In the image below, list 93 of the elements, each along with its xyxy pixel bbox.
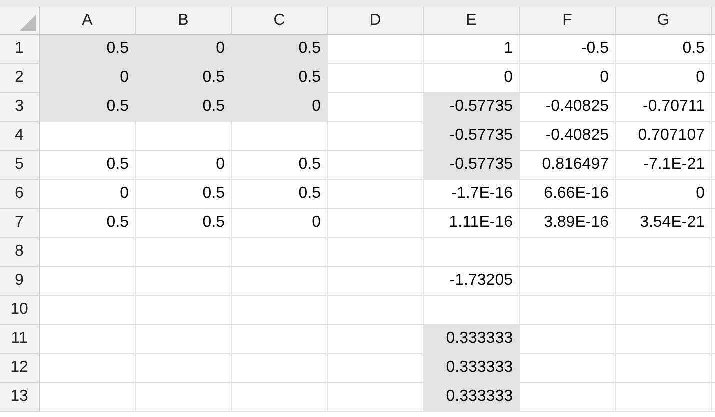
empty-cell[interactable] xyxy=(232,296,328,325)
empty-cell[interactable] xyxy=(136,296,232,325)
row-header[interactable]: 8 xyxy=(0,238,40,267)
table-cell[interactable]: -1.73205 xyxy=(424,267,520,296)
row-header[interactable]: 9 xyxy=(0,267,40,296)
empty-cell[interactable] xyxy=(136,383,232,412)
empty-cell[interactable] xyxy=(616,325,712,354)
empty-cell[interactable] xyxy=(232,383,328,412)
empty-cell[interactable] xyxy=(328,209,424,238)
empty-cell[interactable] xyxy=(424,238,520,267)
table-cell[interactable]: 0.5 xyxy=(136,180,232,209)
table-cell[interactable]: -0.40825 xyxy=(520,93,616,122)
row-header[interactable]: 6 xyxy=(0,180,40,209)
table-cell[interactable]: 0 xyxy=(520,64,616,93)
empty-cell[interactable] xyxy=(136,122,232,151)
empty-cell[interactable] xyxy=(328,238,424,267)
column-header[interactable]: F xyxy=(520,7,616,35)
table-cell[interactable]: 0.333333 xyxy=(424,354,520,383)
row-header[interactable]: 1 xyxy=(0,35,40,64)
table-cell[interactable]: 0.5 xyxy=(232,180,328,209)
column-header[interactable]: D xyxy=(328,7,424,35)
table-cell[interactable]: 0.707107 xyxy=(616,122,712,151)
empty-cell[interactable] xyxy=(232,238,328,267)
table-cell[interactable]: 0.5 xyxy=(136,209,232,238)
row-header[interactable]: 4 xyxy=(0,122,40,151)
table-cell[interactable]: 0 xyxy=(232,209,328,238)
empty-cell[interactable] xyxy=(520,296,616,325)
table-cell[interactable]: 0.5 xyxy=(40,209,136,238)
empty-cell[interactable] xyxy=(616,383,712,412)
empty-cell[interactable] xyxy=(328,180,424,209)
table-cell[interactable]: 0 xyxy=(616,64,712,93)
table-cell[interactable]: 6.66E-16 xyxy=(520,180,616,209)
empty-cell[interactable] xyxy=(136,238,232,267)
table-cell[interactable]: -0.57735 xyxy=(424,93,520,122)
table-cell[interactable]: 0.5 xyxy=(616,35,712,64)
row-header[interactable]: 12 xyxy=(0,354,40,383)
table-cell[interactable]: 0.5 xyxy=(136,93,232,122)
table-cell[interactable]: -7.1E-21 xyxy=(616,151,712,180)
table-cell[interactable]: 1 xyxy=(424,35,520,64)
row-header[interactable]: 13 xyxy=(0,383,40,412)
table-cell[interactable]: 0.5 xyxy=(136,64,232,93)
row-header[interactable]: 5 xyxy=(0,151,40,180)
table-cell[interactable]: -0.57735 xyxy=(424,122,520,151)
empty-cell[interactable] xyxy=(232,325,328,354)
table-cell[interactable]: 0.333333 xyxy=(424,383,520,412)
table-cell[interactable]: -1.7E-16 xyxy=(424,180,520,209)
table-cell[interactable]: 0.5 xyxy=(40,151,136,180)
table-cell[interactable]: -0.40825 xyxy=(520,122,616,151)
empty-cell[interactable] xyxy=(232,267,328,296)
triangle-icon xyxy=(20,15,36,31)
column-header[interactable]: E xyxy=(424,7,520,35)
row-header[interactable]: 3 xyxy=(0,93,40,122)
table-cell[interactable]: 0.5 xyxy=(232,35,328,64)
table-cell[interactable]: 3.89E-16 xyxy=(520,209,616,238)
empty-cell[interactable] xyxy=(520,238,616,267)
table-cell[interactable]: 0 xyxy=(40,64,136,93)
table-cell[interactable]: 0 xyxy=(136,151,232,180)
column-header[interactable]: B xyxy=(136,7,232,35)
empty-cell[interactable] xyxy=(616,354,712,383)
column-header[interactable]: C xyxy=(232,7,328,35)
empty-cell[interactable] xyxy=(520,267,616,296)
table-cell[interactable]: 0.333333 xyxy=(424,325,520,354)
table-cell[interactable]: 3.54E-21 xyxy=(616,209,712,238)
column-header[interactable]: G xyxy=(616,7,712,35)
empty-cell[interactable] xyxy=(136,325,232,354)
table-cell[interactable]: 0 xyxy=(40,180,136,209)
empty-cell[interactable] xyxy=(328,296,424,325)
empty-cell[interactable] xyxy=(136,354,232,383)
table-cell[interactable]: -0.70711 xyxy=(616,93,712,122)
row-header[interactable]: 10 xyxy=(0,296,40,325)
table-cell[interactable]: 0.816497 xyxy=(520,151,616,180)
table-cell[interactable]: 0 xyxy=(232,93,328,122)
row-header[interactable]: 7 xyxy=(0,209,40,238)
table-cell[interactable]: 0.5 xyxy=(40,35,136,64)
empty-cell[interactable] xyxy=(616,267,712,296)
row-header[interactable]: 11 xyxy=(0,325,40,354)
select-all-button[interactable] xyxy=(0,7,40,35)
empty-cell[interactable] xyxy=(616,296,712,325)
table-cell[interactable]: 0.5 xyxy=(40,93,136,122)
table-cell[interactable]: 0 xyxy=(136,35,232,64)
table-cell[interactable]: -0.5 xyxy=(520,35,616,64)
row-header[interactable]: 2 xyxy=(0,64,40,93)
table-cell[interactable]: 1.11E-16 xyxy=(424,209,520,238)
table-cell[interactable]: 0 xyxy=(616,180,712,209)
table-cell[interactable]: 0.5 xyxy=(232,151,328,180)
table-cell[interactable]: -0.57735 xyxy=(424,151,520,180)
column-header[interactable]: A xyxy=(40,7,136,35)
empty-cell[interactable] xyxy=(232,122,328,151)
empty-cell[interactable] xyxy=(232,354,328,383)
empty-cell[interactable] xyxy=(328,267,424,296)
empty-cell[interactable] xyxy=(616,238,712,267)
empty-cell[interactable] xyxy=(136,267,232,296)
table-cell[interactable]: 0.5 xyxy=(232,64,328,93)
